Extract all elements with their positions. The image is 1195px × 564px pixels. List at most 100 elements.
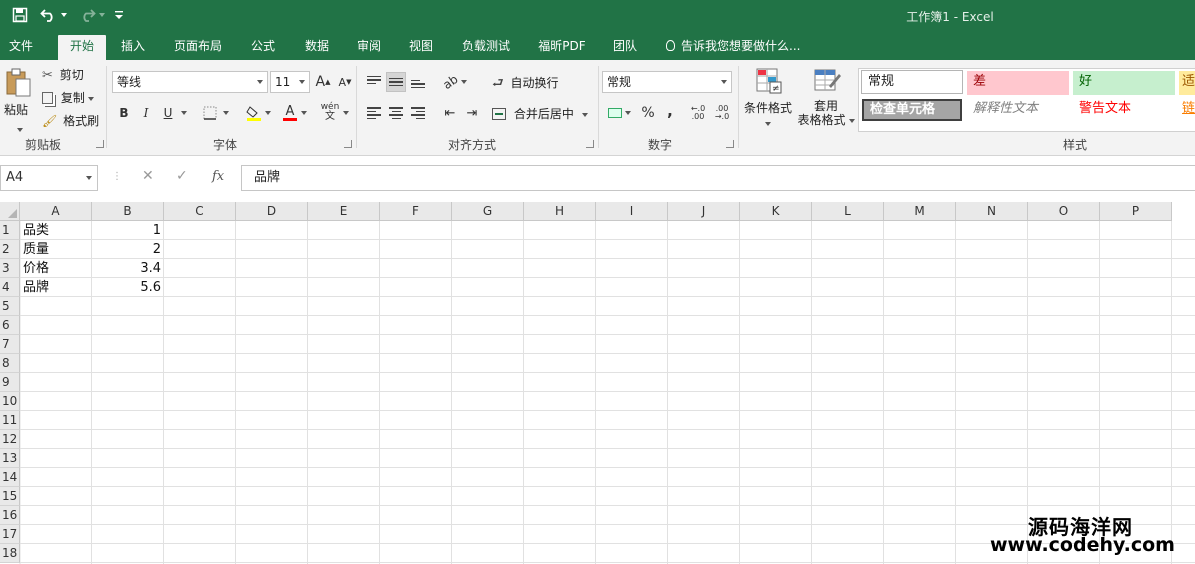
cell-a1[interactable]: 品类 bbox=[20, 221, 92, 240]
undo-icon[interactable] bbox=[38, 4, 68, 26]
bold-button[interactable]: B bbox=[114, 103, 134, 123]
copy-button[interactable]: 复制 bbox=[42, 89, 94, 106]
fill-color-button[interactable] bbox=[244, 103, 264, 123]
cell-b2[interactable]: 2 bbox=[92, 240, 164, 259]
phonetic-guide-button[interactable]: wén 文 bbox=[320, 102, 340, 122]
align-right-button[interactable] bbox=[408, 103, 428, 123]
align-bottom-button[interactable] bbox=[408, 74, 428, 94]
shrink-font-button[interactable]: A ▼ bbox=[335, 72, 355, 92]
tab-view[interactable]: 视图 bbox=[400, 32, 442, 60]
row-header-13[interactable]: 13 bbox=[0, 449, 20, 468]
style-warning-text[interactable]: 警告文本 bbox=[1073, 98, 1175, 122]
underline-dropdown[interactable] bbox=[178, 103, 190, 123]
row-header-11[interactable]: 11 bbox=[0, 411, 20, 430]
format-painter-button[interactable]: 🖌 格式刷 bbox=[42, 112, 99, 129]
font-name-select[interactable]: 等线 bbox=[112, 71, 268, 93]
style-explanatory-text[interactable]: 解释性文本 bbox=[967, 98, 1069, 122]
column-header-d[interactable]: D bbox=[236, 202, 308, 221]
fill-color-dropdown[interactable] bbox=[262, 103, 274, 123]
grow-font-button[interactable]: A ▲ bbox=[313, 72, 333, 92]
row-header-17[interactable]: 17 bbox=[0, 525, 20, 544]
row-header-4[interactable]: 4 bbox=[0, 278, 20, 297]
column-header-m[interactable]: M bbox=[884, 202, 956, 221]
borders-button[interactable] bbox=[200, 103, 220, 123]
tab-review[interactable]: 审阅 bbox=[348, 32, 390, 60]
percent-button[interactable]: % bbox=[638, 103, 658, 123]
column-header-e[interactable]: E bbox=[308, 202, 380, 221]
row-header-6[interactable]: 6 bbox=[0, 316, 20, 335]
redo-icon[interactable] bbox=[76, 4, 106, 26]
insert-function-icon[interactable]: fx bbox=[212, 169, 224, 184]
row-header-3[interactable]: 3 bbox=[0, 259, 20, 278]
row-header-16[interactable]: 16 bbox=[0, 506, 20, 525]
increase-decimal-button[interactable]: ←.0 .00 bbox=[688, 103, 708, 123]
style-normal[interactable]: 常规 bbox=[861, 70, 963, 94]
phonetic-dropdown[interactable] bbox=[340, 103, 352, 123]
tab-load-test[interactable]: 负载测试 bbox=[454, 32, 518, 60]
wrap-text-button[interactable]: ⮐ 自动换行 bbox=[492, 74, 559, 96]
row-header-5[interactable]: 5 bbox=[0, 297, 20, 316]
clipboard-launcher-icon[interactable] bbox=[96, 140, 104, 148]
row-header-7[interactable]: 7 bbox=[0, 335, 20, 354]
column-header-o[interactable]: O bbox=[1028, 202, 1100, 221]
conditional-formatting-button[interactable]: ≠ 条件格式 bbox=[742, 68, 794, 134]
cell-b4[interactable]: 5.6 bbox=[92, 278, 164, 297]
borders-dropdown[interactable] bbox=[220, 103, 232, 123]
customize-icon[interactable] bbox=[112, 4, 126, 26]
style-check-cell[interactable]: 检查单元格 bbox=[862, 99, 962, 121]
tell-me-search[interactable]: 告诉我您想要做什么... bbox=[666, 32, 800, 60]
font-launcher-icon[interactable] bbox=[344, 140, 352, 148]
row-header-14[interactable]: 14 bbox=[0, 468, 20, 487]
select-all-button[interactable] bbox=[0, 202, 20, 221]
save-icon[interactable] bbox=[8, 4, 32, 26]
orientation-button[interactable]: ab bbox=[440, 72, 470, 92]
cell-b1[interactable]: 1 bbox=[92, 221, 164, 240]
row-header-9[interactable]: 9 bbox=[0, 373, 20, 392]
worksheet-grid[interactable]: ABCDEFGHIJKLMNOP 1 2 3 4 5 6 7 8 9 10 11 12 13 14 15 16… bbox=[0, 202, 1195, 564]
align-center-button[interactable] bbox=[386, 103, 406, 123]
format-as-table-button[interactable]: 套用 表格格式 bbox=[796, 68, 856, 134]
number-format-select[interactable]: 常规 bbox=[602, 71, 732, 93]
style-neutral[interactable]: 适 bbox=[1179, 71, 1195, 95]
column-header-j[interactable]: J bbox=[668, 202, 740, 221]
cell-a4[interactable]: 品牌 bbox=[20, 278, 92, 297]
cell-a2[interactable]: 质量 bbox=[20, 240, 92, 259]
tab-home[interactable]: 开始 bbox=[58, 35, 106, 60]
column-header-h[interactable]: H bbox=[524, 202, 596, 221]
cut-button[interactable]: ✂ 剪切 bbox=[42, 66, 84, 83]
align-middle-button[interactable] bbox=[386, 72, 406, 92]
cancel-icon[interactable]: ✕ bbox=[142, 168, 154, 184]
tab-file[interactable]: 文件 bbox=[0, 32, 42, 60]
decrease-indent-button[interactable]: ⇤ bbox=[440, 103, 460, 123]
underline-button[interactable]: U bbox=[158, 103, 178, 123]
column-header-c[interactable]: C bbox=[164, 202, 236, 221]
italic-button[interactable]: I bbox=[136, 103, 156, 123]
column-header-a[interactable]: A bbox=[20, 202, 92, 221]
accounting-format-button[interactable] bbox=[604, 103, 634, 123]
row-header-15[interactable]: 15 bbox=[0, 487, 20, 506]
column-header-k[interactable]: K bbox=[740, 202, 812, 221]
style-good[interactable]: 好 bbox=[1073, 71, 1175, 95]
style-linked-cell[interactable]: 链 bbox=[1179, 98, 1195, 122]
paste-button[interactable]: 粘贴 bbox=[4, 68, 34, 132]
align-top-button[interactable] bbox=[364, 70, 384, 90]
column-header-f[interactable]: F bbox=[380, 202, 452, 221]
tab-insert[interactable]: 插入 bbox=[112, 32, 154, 60]
font-color-dropdown[interactable] bbox=[298, 103, 310, 123]
font-size-select[interactable]: 11 bbox=[270, 71, 310, 93]
tab-page-layout[interactable]: 页面布局 bbox=[166, 32, 230, 60]
tab-team[interactable]: 团队 bbox=[604, 32, 646, 60]
row-header-12[interactable]: 12 bbox=[0, 430, 20, 449]
increase-indent-button[interactable]: ⇥ bbox=[462, 103, 482, 123]
column-header-i[interactable]: I bbox=[596, 202, 668, 221]
row-header-10[interactable]: 10 bbox=[0, 392, 20, 411]
merge-center-button[interactable]: 合并后居中 bbox=[492, 105, 588, 122]
cell-a3[interactable]: 价格 bbox=[20, 259, 92, 278]
style-bad[interactable]: 差 bbox=[967, 71, 1069, 95]
comma-button[interactable]: , bbox=[660, 101, 680, 121]
cell-b3[interactable]: 3.4 bbox=[92, 259, 164, 278]
row-header-1[interactable]: 1 bbox=[0, 221, 20, 240]
align-left-button[interactable] bbox=[364, 103, 384, 123]
row-header-2[interactable]: 2 bbox=[0, 240, 20, 259]
number-launcher-icon[interactable] bbox=[726, 140, 734, 148]
